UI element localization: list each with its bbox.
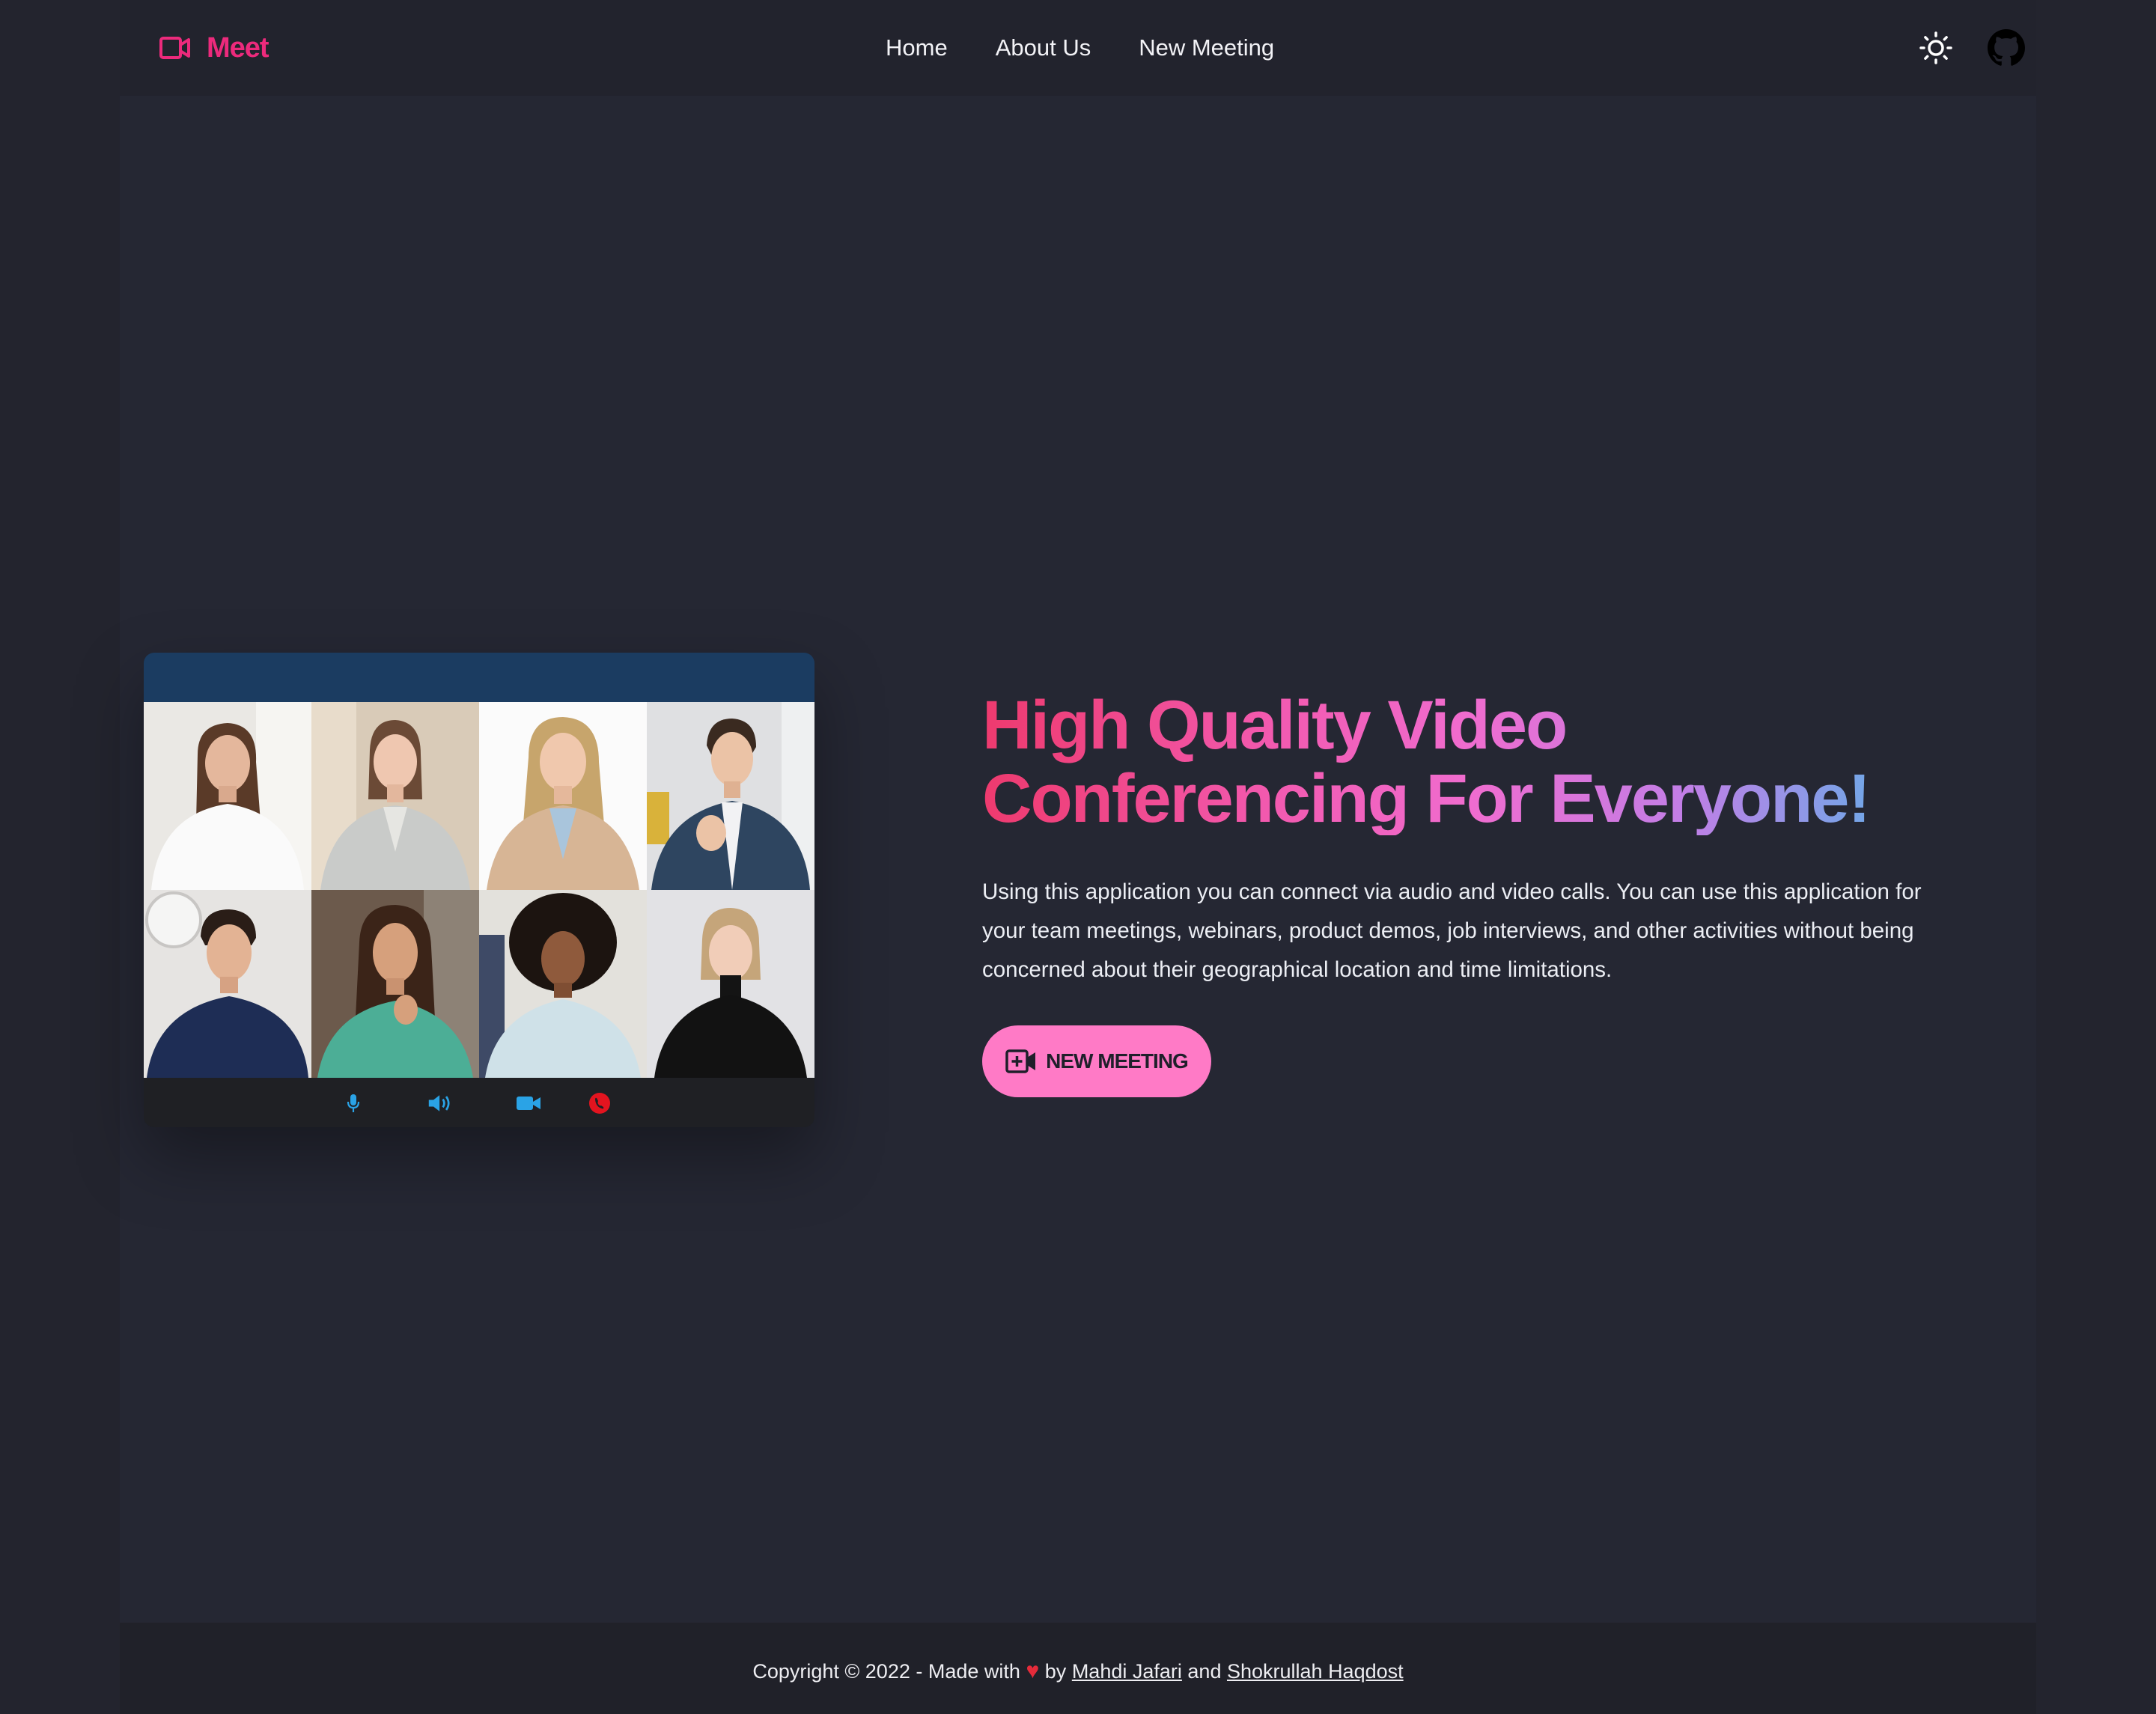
heart-icon: ♥ (1026, 1659, 1040, 1683)
new-meeting-button-label: NEW MEETING (1046, 1049, 1189, 1073)
hero-title: High Quality Video Conferencing For Ever… (982, 689, 1955, 835)
nav-link-home[interactable]: Home (886, 30, 948, 66)
navbar: Meet Home About Us New Meeting (120, 0, 2036, 96)
nav-link-new-meeting[interactable]: New Meeting (1139, 30, 1274, 66)
microphone-button[interactable] (341, 1091, 366, 1115)
participant-tile (311, 890, 479, 1078)
camera-button[interactable] (516, 1091, 541, 1115)
author-link-mahdi-jafari[interactable]: Mahdi Jafari (1072, 1660, 1182, 1683)
video-plus-icon (1005, 1049, 1036, 1073)
microphone-icon (347, 1094, 360, 1112)
participant-tile (479, 890, 647, 1078)
brand-logo-link[interactable]: Meet (159, 27, 270, 69)
camera-icon (517, 1097, 540, 1110)
participant-grid (144, 702, 814, 1078)
hang-up-button[interactable] (587, 1091, 612, 1115)
footer-copyright-prefix: Copyright © 2022 - Made with (752, 1660, 1020, 1683)
footer: Copyright © 2022 - Made with ♥ by Mahdi … (120, 1623, 2036, 1714)
page: Meet Home About Us New Meeting High Qual… (120, 0, 2036, 1714)
participant-tile (144, 890, 311, 1078)
github-link[interactable] (1987, 28, 2026, 67)
call-controls-bar (144, 1078, 814, 1127)
hero-title-line-2: Conferencing For Everyone! (982, 760, 1870, 837)
participant-tile (647, 702, 814, 890)
hero-description: Using this application you can connect v… (982, 879, 1922, 982)
video-camera-icon (159, 37, 190, 59)
nav-link-about-us[interactable]: About Us (996, 30, 1091, 66)
participant-tile (311, 702, 479, 890)
new-meeting-button[interactable]: NEW MEETING (982, 1025, 1211, 1097)
video-call-illustration (144, 653, 814, 1127)
participant-tile (479, 702, 647, 890)
sun-icon (1919, 31, 1952, 64)
brand-name: Meet (207, 31, 270, 64)
hero-title-line-1: High Quality Video (982, 687, 1567, 763)
footer-and: and (1187, 1660, 1222, 1683)
github-icon (1988, 29, 2025, 66)
footer-copyright: Copyright © 2022 - Made with ♥ by Mahdi … (120, 1659, 2036, 1684)
main-nav: Home About Us New Meeting (886, 30, 1274, 66)
author-link-shokrullah-haqdost[interactable]: Shokrullah Haqdost (1227, 1660, 1404, 1683)
participant-tile (144, 702, 311, 890)
footer-by: by (1044, 1660, 1067, 1683)
speaker-icon (428, 1095, 450, 1111)
video-window-titlebar (144, 653, 814, 702)
participant-tile (647, 890, 814, 1078)
speaker-button[interactable] (427, 1091, 453, 1115)
hang-up-icon (589, 1093, 610, 1114)
theme-toggle-button[interactable] (1916, 28, 1955, 67)
